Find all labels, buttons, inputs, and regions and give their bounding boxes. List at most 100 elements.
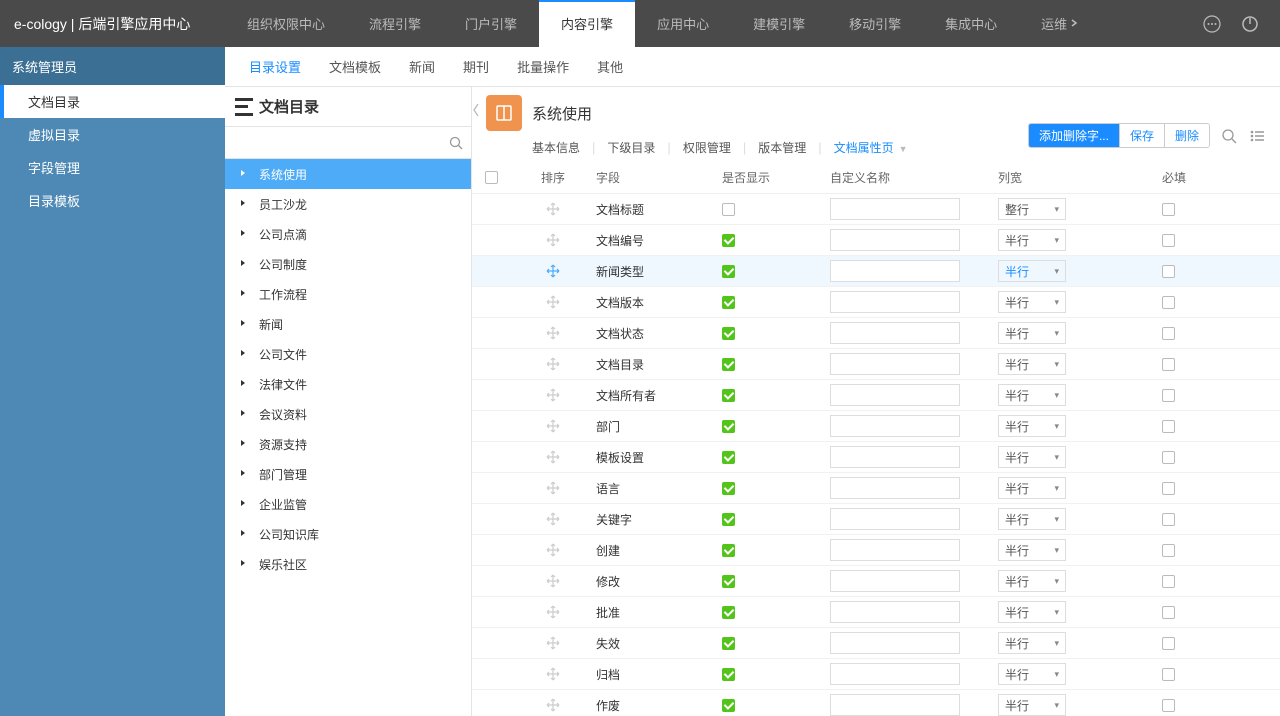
width-select[interactable]: 半行▾: [998, 570, 1066, 592]
drag-handle-icon[interactable]: [546, 419, 560, 433]
width-select[interactable]: 整行▾: [998, 198, 1066, 220]
drag-handle-icon[interactable]: [546, 636, 560, 650]
custom-name-input[interactable]: [830, 446, 960, 468]
drag-handle-icon[interactable]: [546, 388, 560, 402]
sidebar-item[interactable]: 目录模板: [0, 184, 225, 217]
custom-name-input[interactable]: [830, 539, 960, 561]
required-checkbox[interactable]: [1162, 234, 1175, 247]
drag-handle-icon[interactable]: [546, 605, 560, 619]
required-checkbox[interactable]: [1162, 668, 1175, 681]
tree-item[interactable]: 公司知识库: [225, 519, 471, 549]
width-select[interactable]: 半行▾: [998, 508, 1066, 530]
detail-tab[interactable]: 版本管理: [758, 137, 806, 158]
add-remove-field-button[interactable]: 添加删除字...: [1029, 124, 1119, 147]
width-select[interactable]: 半行▾: [998, 477, 1066, 499]
sidebar-item[interactable]: 虚拟目录: [0, 118, 225, 151]
subnav-item[interactable]: 新闻: [409, 57, 435, 76]
custom-name-input[interactable]: [830, 694, 960, 716]
topnav-item[interactable]: 运维: [1019, 0, 1101, 47]
drag-handle-icon[interactable]: [546, 357, 560, 371]
width-select[interactable]: 半行▾: [998, 694, 1066, 716]
delete-button[interactable]: 删除: [1164, 124, 1209, 147]
custom-name-input[interactable]: [830, 632, 960, 654]
show-checkbox[interactable]: [722, 606, 735, 619]
drag-handle-icon[interactable]: [546, 295, 560, 309]
drag-handle-icon[interactable]: [546, 667, 560, 681]
tree-item[interactable]: 部门管理: [225, 459, 471, 489]
width-select[interactable]: 半行▾: [998, 663, 1066, 685]
width-select[interactable]: 半行▾: [998, 446, 1066, 468]
tree-item[interactable]: 工作流程: [225, 279, 471, 309]
subnav-item[interactable]: 其他: [597, 57, 623, 76]
tree-item[interactable]: 企业监管: [225, 489, 471, 519]
drag-handle-icon[interactable]: [546, 264, 560, 278]
subnav-item[interactable]: 文档模板: [329, 57, 381, 76]
width-select[interactable]: 半行▾: [998, 601, 1066, 623]
select-all-checkbox[interactable]: [485, 171, 498, 184]
show-checkbox[interactable]: [722, 296, 735, 309]
detail-tab[interactable]: 文档属性页▼: [834, 137, 908, 158]
required-checkbox[interactable]: [1162, 513, 1175, 526]
show-checkbox[interactable]: [722, 575, 735, 588]
width-select[interactable]: 半行▾: [998, 229, 1066, 251]
drag-handle-icon[interactable]: [546, 326, 560, 340]
custom-name-input[interactable]: [830, 663, 960, 685]
drag-handle-icon[interactable]: [546, 574, 560, 588]
show-checkbox[interactable]: [722, 544, 735, 557]
show-checkbox[interactable]: [722, 637, 735, 650]
tree-item[interactable]: 法律文件: [225, 369, 471, 399]
tree-item[interactable]: 新闻: [225, 309, 471, 339]
custom-name-input[interactable]: [830, 601, 960, 623]
width-select[interactable]: 半行▾: [998, 384, 1066, 406]
required-checkbox[interactable]: [1162, 203, 1175, 216]
show-checkbox[interactable]: [722, 482, 735, 495]
tree-item[interactable]: 员工沙龙: [225, 189, 471, 219]
custom-name-input[interactable]: [830, 198, 960, 220]
required-checkbox[interactable]: [1162, 544, 1175, 557]
width-select[interactable]: 半行▾: [998, 260, 1066, 282]
custom-name-input[interactable]: [830, 477, 960, 499]
drag-handle-icon[interactable]: [546, 450, 560, 464]
show-checkbox[interactable]: [722, 668, 735, 681]
drag-handle-icon[interactable]: [546, 202, 560, 216]
tree-search-input[interactable]: [225, 136, 441, 150]
required-checkbox[interactable]: [1162, 389, 1175, 402]
tree-item[interactable]: 系统使用: [225, 159, 471, 189]
topnav-item[interactable]: 内容引擎: [539, 0, 635, 47]
custom-name-input[interactable]: [830, 229, 960, 251]
custom-name-input[interactable]: [830, 291, 960, 313]
width-select[interactable]: 半行▾: [998, 415, 1066, 437]
show-checkbox[interactable]: [722, 451, 735, 464]
required-checkbox[interactable]: [1162, 358, 1175, 371]
drag-handle-icon[interactable]: [546, 233, 560, 247]
width-select[interactable]: 半行▾: [998, 539, 1066, 561]
required-checkbox[interactable]: [1162, 699, 1175, 712]
show-checkbox[interactable]: [722, 699, 735, 712]
drag-handle-icon[interactable]: [546, 698, 560, 712]
required-checkbox[interactable]: [1162, 575, 1175, 588]
topnav-item[interactable]: 组织权限中心: [225, 0, 347, 47]
show-checkbox[interactable]: [722, 358, 735, 371]
required-checkbox[interactable]: [1162, 451, 1175, 464]
required-checkbox[interactable]: [1162, 420, 1175, 433]
width-select[interactable]: 半行▾: [998, 353, 1066, 375]
custom-name-input[interactable]: [830, 508, 960, 530]
list-view-icon[interactable]: [1248, 127, 1266, 145]
required-checkbox[interactable]: [1162, 296, 1175, 309]
tree-item[interactable]: 资源支持: [225, 429, 471, 459]
required-checkbox[interactable]: [1162, 327, 1175, 340]
tree-item[interactable]: 会议资料: [225, 399, 471, 429]
detail-tab[interactable]: 下级目录: [607, 137, 655, 158]
show-checkbox[interactable]: [722, 389, 735, 402]
show-checkbox[interactable]: [722, 513, 735, 526]
custom-name-input[interactable]: [830, 415, 960, 437]
tree-item[interactable]: 娱乐社区: [225, 549, 471, 579]
show-checkbox[interactable]: [722, 420, 735, 433]
show-checkbox[interactable]: [722, 203, 735, 216]
show-checkbox[interactable]: [722, 234, 735, 247]
subnav-item[interactable]: 批量操作: [517, 57, 569, 76]
custom-name-input[interactable]: [830, 570, 960, 592]
topnav-item[interactable]: 集成中心: [923, 0, 1019, 47]
search-icon[interactable]: [441, 136, 471, 150]
drag-handle-icon[interactable]: [546, 512, 560, 526]
